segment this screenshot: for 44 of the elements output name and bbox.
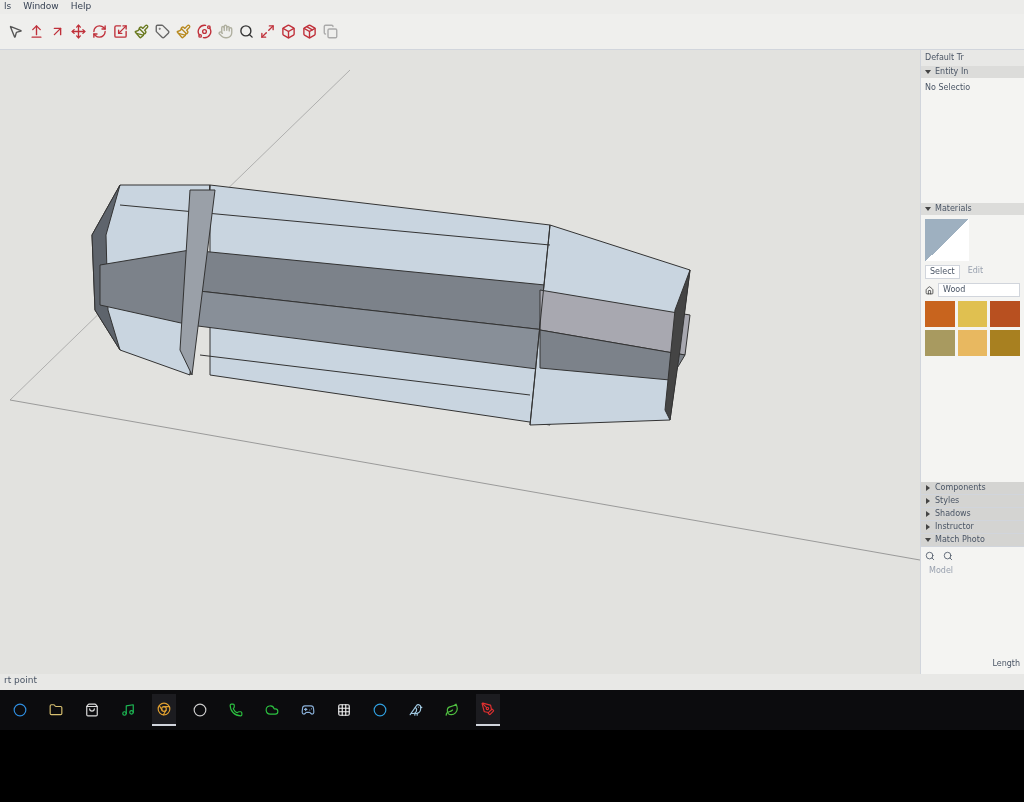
bird-icon xyxy=(409,703,423,717)
entity-status: No Selectio xyxy=(924,82,972,94)
move-icon[interactable] xyxy=(71,24,86,39)
house-icon[interactable] xyxy=(925,285,934,295)
material-swatch[interactable] xyxy=(990,301,1020,327)
music-icon xyxy=(121,703,135,717)
material-swatch[interactable] xyxy=(957,301,988,327)
select-arrow-icon[interactable] xyxy=(8,24,23,39)
gamepad-icon xyxy=(301,703,315,717)
text-label-icon[interactable] xyxy=(155,24,170,39)
material-dropdown[interactable]: Wood xyxy=(938,283,1020,297)
material-swatch[interactable] xyxy=(957,330,988,356)
menu-item[interactable]: ls xyxy=(4,0,12,14)
cube-icon[interactable] xyxy=(281,24,296,39)
material-swatch[interactable] xyxy=(925,330,955,356)
material-swatch[interactable] xyxy=(925,301,955,327)
grid-icon xyxy=(337,703,351,717)
taskbar-app[interactable] xyxy=(152,694,176,726)
menu-item[interactable]: Window xyxy=(23,0,59,14)
shopping-bag-icon xyxy=(85,703,99,717)
package-icon[interactable] xyxy=(302,24,317,39)
tab[interactable]: Select xyxy=(925,265,960,279)
tray-title: Default Tr xyxy=(921,50,1024,66)
zoom-icon[interactable] xyxy=(943,551,953,561)
zoom-extents-icon[interactable] xyxy=(260,24,275,39)
material-swatch[interactable] xyxy=(990,330,1020,356)
menu-item[interactable]: Help xyxy=(70,0,92,14)
folder-icon xyxy=(49,703,63,717)
brush-icon[interactable] xyxy=(134,24,149,39)
model-label: Model xyxy=(928,565,955,577)
taskbar-app[interactable] xyxy=(476,694,500,726)
push-pull-icon[interactable] xyxy=(29,24,44,39)
circle-icon xyxy=(193,703,207,717)
length-label: Length xyxy=(991,658,1021,670)
material-preview xyxy=(925,219,969,261)
orbit-icon[interactable] xyxy=(197,24,212,39)
scale-icon[interactable] xyxy=(113,24,128,39)
rotate-icon[interactable] xyxy=(92,24,107,39)
leaf-icon xyxy=(445,703,459,717)
search-icon[interactable] xyxy=(239,24,254,39)
pen-icon xyxy=(481,702,495,716)
phone-icon xyxy=(229,703,243,717)
chrome-icon xyxy=(157,702,171,716)
cloud-icon xyxy=(265,703,279,717)
